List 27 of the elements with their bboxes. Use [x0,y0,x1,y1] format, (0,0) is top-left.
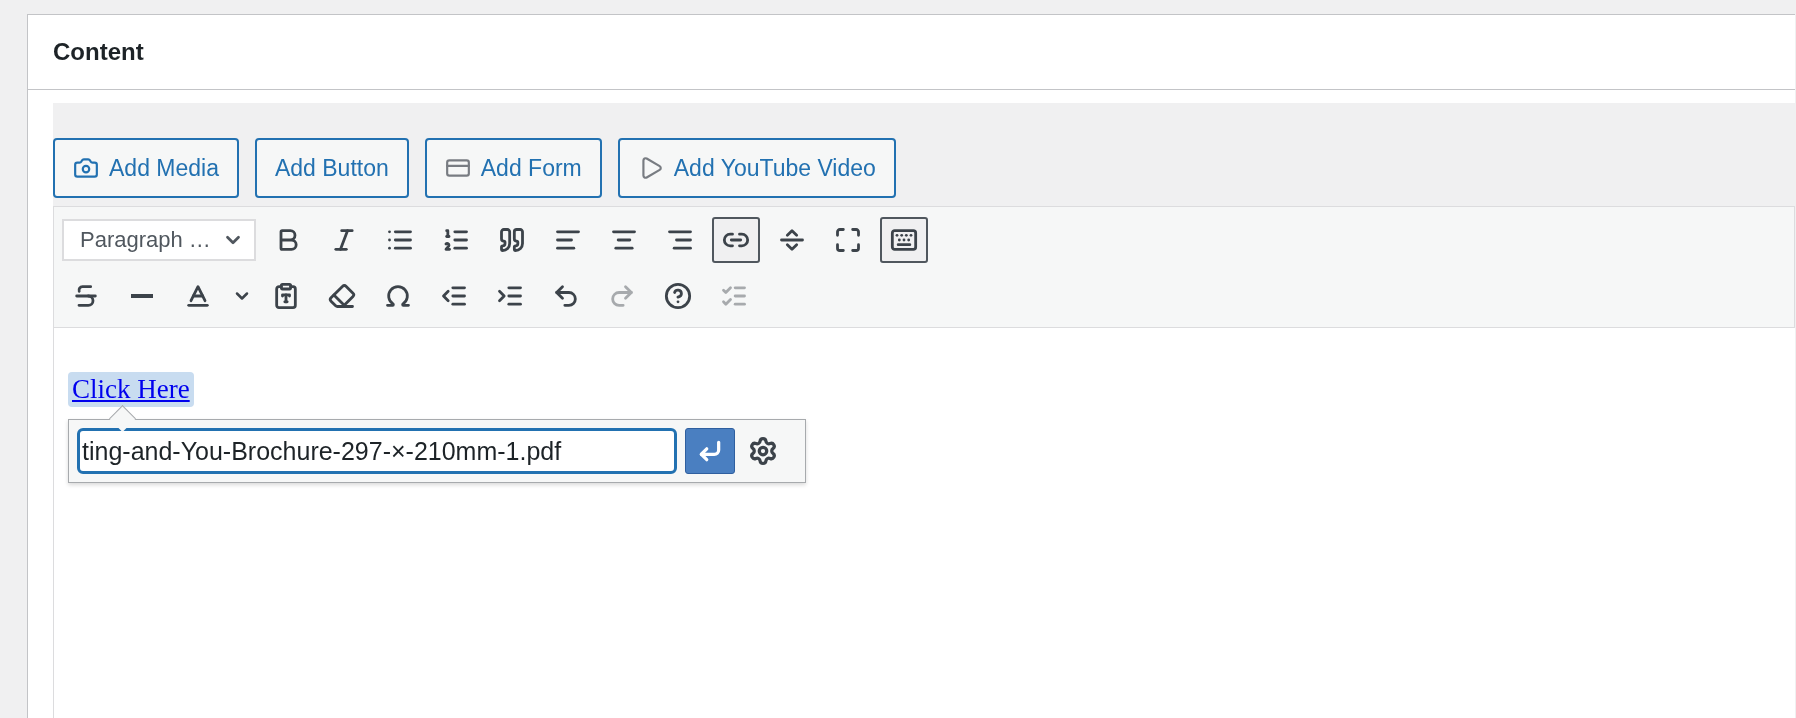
text-color-icon [184,282,212,310]
media-button[interactable]: Add Button [254,138,409,198]
help-icon [664,282,692,310]
media-button[interactable]: Add Form [424,138,602,198]
link[interactable]: Click Here [72,374,190,404]
keyboard-icon [890,226,918,254]
paste-text-icon [272,282,300,310]
media-button[interactable]: Add YouTube Video [617,138,896,198]
settings-icon [748,436,778,466]
link-button[interactable] [712,217,760,263]
enter-icon [697,438,723,464]
numbered-list-icon [442,226,470,254]
url-field[interactable]: ting-and-You-Brochure-297-×-210mm-1.pdf [77,428,677,474]
panel-title: Content [53,38,144,66]
quote-icon [498,226,526,254]
keyboard-button[interactable] [880,217,928,263]
strikethrough-icon [72,282,100,310]
apply-button[interactable] [685,428,735,474]
omega-icon [384,282,412,310]
redo-icon [608,282,636,310]
fullscreen-icon [834,226,862,254]
media-button[interactable]: Add Media [53,138,239,198]
read-more-icon [778,226,806,254]
undo-icon [552,282,580,310]
camera-icon [73,155,99,181]
format-select[interactable]: Paragraph … [62,219,256,261]
eraser-icon [328,282,356,310]
